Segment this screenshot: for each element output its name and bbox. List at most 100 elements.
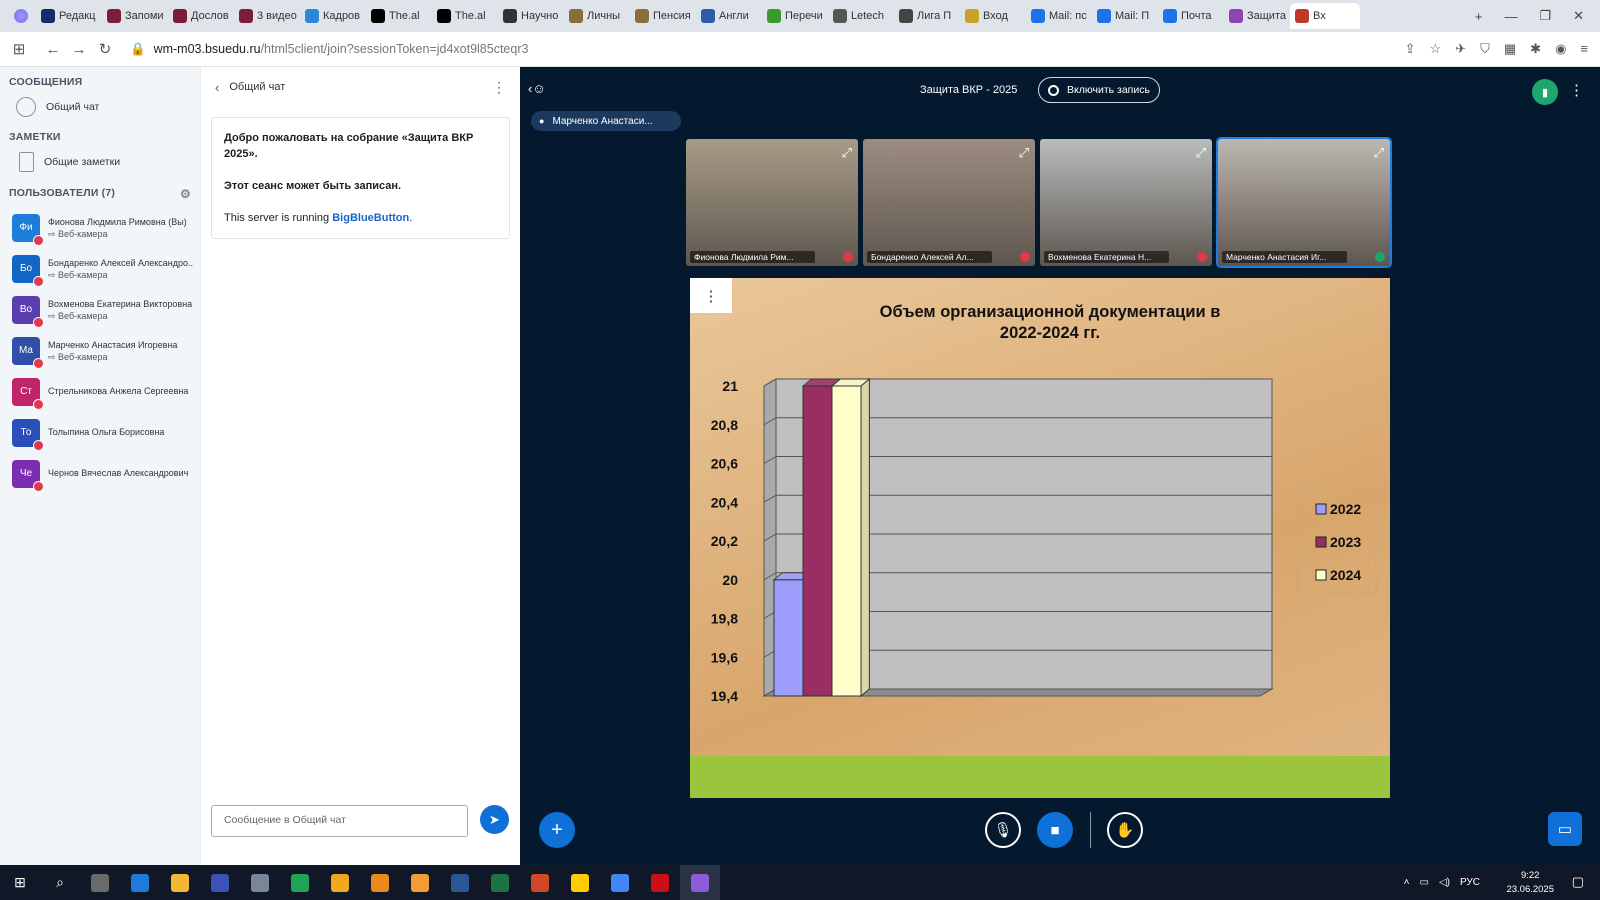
chevron-left-icon[interactable]: ‹ — [215, 80, 219, 95]
taskbar-app[interactable] — [160, 865, 200, 900]
browser-tab[interactable]: Вх — [1290, 3, 1360, 29]
video-label[interactable]: Вохменова Екатерина Н... — [1044, 251, 1169, 263]
browser-tab[interactable]: Дослов — [168, 3, 234, 29]
profile-icon[interactable]: ◉ — [1555, 41, 1566, 57]
actions-button[interactable]: + — [539, 812, 575, 848]
fullscreen-icon[interactable]: ⤢ — [842, 145, 852, 161]
user-list-item[interactable]: Во Вохменова Екатерина Викторовна ⇨ Веб-ка… — [0, 289, 200, 330]
chat-message-input[interactable]: Сообщение в Общий чат — [211, 805, 468, 837]
browser-menu-icon[interactable] — [14, 9, 28, 23]
user-list-item[interactable]: Фи Фионова Людмила Римовна (Вы) ⇨ Веб-каме… — [0, 207, 200, 248]
search-icon[interactable]: ⌕ — [40, 865, 80, 900]
browser-tab[interactable]: Редакц — [36, 3, 102, 29]
back-icon[interactable]: ← — [40, 41, 66, 58]
user-list-item[interactable]: То Толыпина Ольга Борисовна — [0, 412, 200, 453]
video-tile[interactable]: ⤢ Фионова Людмила Рим... — [686, 139, 858, 266]
forward-icon[interactable]: → — [66, 41, 92, 58]
browser-tab[interactable]: Пенсия — [630, 3, 696, 29]
taskbar-app[interactable] — [80, 865, 120, 900]
browser-tab[interactable]: The.al — [366, 3, 432, 29]
browser-tab[interactable]: Личны — [564, 3, 630, 29]
browser-tab[interactable]: Англи — [696, 3, 762, 29]
video-tile[interactable]: ⤢ Марченко Анастасия Иг... — [1216, 137, 1392, 268]
browser-tab[interactable]: Лига П — [894, 3, 960, 29]
presentation-toggle-button[interactable]: ▭ — [1548, 812, 1582, 846]
minimize-icon[interactable]: — — [1504, 9, 1517, 24]
fullscreen-icon[interactable]: ⤢ — [1019, 145, 1029, 161]
browser-tab[interactable]: Защита — [1224, 3, 1290, 29]
user-list-toggle-icon[interactable]: ‹☺ — [528, 81, 546, 96]
taskbar-app[interactable] — [120, 865, 160, 900]
tabs-grid-icon[interactable]: ⊞ — [6, 40, 32, 58]
fullscreen-icon[interactable]: ⤢ — [1196, 145, 1206, 161]
rocket-icon[interactable]: ✈ — [1455, 41, 1466, 57]
mute-button[interactable]: 🎙 — [985, 812, 1021, 848]
close-window-icon[interactable]: ✕ — [1573, 8, 1584, 24]
taskbar-app[interactable] — [640, 865, 680, 900]
camera-button[interactable]: ■ — [1037, 812, 1073, 848]
video-label[interactable]: Фионова Людмила Рим... — [690, 251, 815, 263]
fullscreen-icon[interactable]: ⤢ — [1374, 145, 1384, 161]
raise-hand-button[interactable]: ✋ — [1107, 812, 1143, 848]
taskbar-app[interactable] — [520, 865, 560, 900]
browser-tab[interactable]: The.al — [432, 3, 498, 29]
url-field[interactable]: 🔒 wm-m03.bsuedu.ru/html5client/join?sess… — [130, 42, 528, 57]
video-label[interactable]: Бондаренко Алексей Ал... — [867, 251, 992, 263]
video-label[interactable]: Марченко Анастасия Иг... — [1222, 251, 1347, 263]
video-tile[interactable]: ⤢ Бондаренко Алексей Ал... — [863, 139, 1035, 266]
shared-notes-item[interactable]: Общие заметки — [0, 147, 200, 177]
taskbar-app[interactable] — [320, 865, 360, 900]
browser-tab[interactable]: Запоми — [102, 3, 168, 29]
user-list-item[interactable]: Ст Стрельникова Анжела Сергеевна — [0, 371, 200, 412]
input-language[interactable]: РУС — [1460, 877, 1480, 888]
taskbar-app[interactable] — [560, 865, 600, 900]
browser-tab[interactable]: Перечи — [762, 3, 828, 29]
browser-tab[interactable]: Кадров — [300, 3, 366, 29]
video-tile[interactable]: ⤢ Вохменова Екатерина Н... — [1040, 139, 1212, 266]
browser-tab[interactable]: Почта — [1158, 3, 1224, 29]
taskbar-app[interactable] — [200, 865, 240, 900]
browser-tab[interactable]: Letech — [828, 3, 894, 29]
restore-icon[interactable]: ❐ — [1539, 8, 1551, 24]
tray-chevron-icon[interactable]: ˄ — [1404, 877, 1410, 888]
notifications-icon[interactable]: ▢ — [1572, 874, 1584, 890]
bookmark-star-icon[interactable]: ☆ — [1430, 41, 1442, 57]
browser-menu-icon[interactable]: ≡ — [1580, 41, 1588, 57]
taskbar-app[interactable] — [280, 865, 320, 900]
browser-tab[interactable]: Вход — [960, 3, 1026, 29]
taskbar-app[interactable] — [400, 865, 440, 900]
extensions-icon[interactable]: ✱ — [1530, 41, 1541, 57]
browser-tab[interactable]: 3 видео — [234, 3, 300, 29]
taskbar-app[interactable] — [600, 865, 640, 900]
taskbar-app[interactable] — [360, 865, 400, 900]
more-vertical-icon[interactable]: ⋮ — [492, 79, 506, 96]
network-icon[interactable]: ▭ — [1419, 877, 1428, 888]
volume-icon[interactable]: ◁) — [1439, 877, 1450, 888]
settings-gear-icon[interactable]: ⚙ — [180, 187, 191, 201]
connection-status-icon[interactable]: ▮ — [1532, 79, 1558, 105]
translate-icon[interactable]: ▦ — [1504, 41, 1516, 57]
taskbar-app[interactable] — [680, 865, 720, 900]
clock[interactable]: 9:22 23.06.2025 — [1506, 869, 1554, 897]
user-list-item[interactable]: Че Чернов Вячеслав Александрович — [0, 453, 200, 494]
talking-indicator[interactable]: ● Марченко Анастаси... — [531, 111, 681, 131]
browser-tab[interactable]: Mail: П — [1092, 3, 1158, 29]
public-chat-item[interactable]: Общий чат — [0, 92, 200, 122]
record-button[interactable]: Включить запись — [1038, 77, 1160, 103]
user-list-item[interactable]: Ма Марченко Анастасия Игоревна ⇨ Веб-камер… — [0, 330, 200, 371]
browser-tab[interactable]: Научно — [498, 3, 564, 29]
share-icon[interactable]: ⇪ — [1405, 41, 1416, 57]
taskbar-app[interactable] — [240, 865, 280, 900]
new-tab-icon[interactable]: + — [1475, 9, 1483, 24]
taskbar-app[interactable] — [440, 865, 480, 900]
slide-options-button[interactable]: ⋮ — [690, 278, 732, 313]
user-list-item[interactable]: Бо Бондаренко Алексей Александро... ⇨ Веб-… — [0, 248, 200, 289]
start-button[interactable]: ⊞ — [0, 865, 40, 900]
reload-icon[interactable]: ↻ — [92, 40, 118, 58]
taskbar-app[interactable] — [480, 865, 520, 900]
bigbluebutton-link[interactable]: BigBlueButton — [332, 212, 409, 224]
send-button[interactable]: ➤ — [480, 805, 509, 834]
shield-icon[interactable]: ⛉ — [1480, 41, 1490, 57]
browser-tab[interactable]: Mail: пс — [1026, 3, 1092, 29]
options-menu-icon[interactable]: ⋮ — [1569, 81, 1584, 99]
